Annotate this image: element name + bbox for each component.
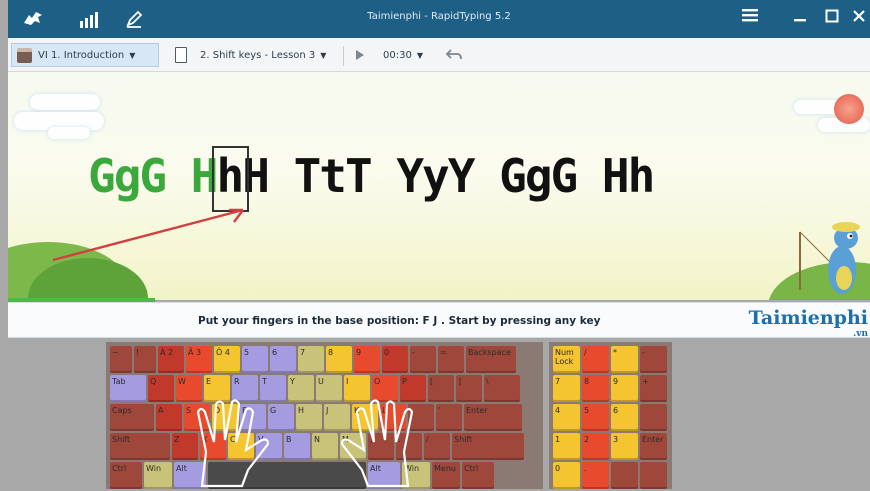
brand-logo: Taimienphi .vn [748,307,868,339]
toolbar: VI 1. Introduction ▼ 2. Shift keys - Les… [8,38,870,72]
menu-icon[interactable] [736,5,764,31]
key--[interactable]: ' [436,404,462,431]
numpad-key-9[interactable]: 9 [611,375,638,402]
timer-selector[interactable]: 00:30 ▼ [378,43,428,67]
numpad-key-blank[interactable] [640,404,667,431]
numpad-key-blank[interactable] [640,462,667,489]
key--4[interactable]: Ô 4 [214,346,240,373]
keyboard-area: ~! À 2Ã 3Ô 4 5 6 7 8 9 0- = Backspace Tab Q W E R T Y U I O… [8,338,870,491]
chevron-down-icon: ▼ [416,50,423,60]
key-q[interactable]: Q [148,375,174,402]
remaining-text: H TtT YyY GgG Hh [242,149,655,203]
numpad-key--[interactable]: - [640,346,667,373]
title-bar: Taimienphi - RapidTyping 5.2 [8,0,870,38]
key-y[interactable]: Y [288,375,314,402]
instruction-text: Put your fingers in the base position: F… [198,315,601,327]
key-enter[interactable]: Enter [464,404,522,431]
numpad-key-5[interactable]: 5 [582,404,609,431]
numpad-key-blank[interactable] [611,462,638,489]
document-icon [175,47,187,63]
toolbar-divider [343,46,344,66]
play-button[interactable] [350,43,370,67]
exercise-area: GgG Hh H TtT YyY GgG Hh [8,72,870,300]
key-backspace[interactable]: Backspace [466,346,516,373]
close-icon[interactable] [848,5,870,31]
key--[interactable]: ] [456,375,482,402]
cloud [30,94,100,110]
key--[interactable]: [ [428,375,454,402]
key-7[interactable]: 7 [298,346,324,373]
left-hand-icon [196,399,270,488]
key-0[interactable]: 0 [382,346,408,373]
key-win[interactable]: Win [144,462,172,489]
key-tab[interactable]: Tab [110,375,146,402]
key-menu[interactable]: Menu [432,462,460,489]
key--[interactable]: ! [134,346,156,373]
numpad-key-6[interactable]: 6 [611,404,638,431]
key--[interactable]: / [424,433,450,460]
typing-sequence: GgG Hh H TtT YyY GgG Hh [88,146,655,212]
key-ctrl[interactable]: Ctrl [462,462,494,489]
lesson-label: 2. Shift keys - Lesson 3 [200,49,316,61]
numpad-key-enter[interactable]: Enter [640,433,667,460]
numpad-key-3[interactable]: 3 [611,433,638,460]
key-shift[interactable]: Shift [452,433,524,460]
mascot-icon [799,222,860,294]
numpad-key-8[interactable]: 8 [582,375,609,402]
numpad-key-7[interactable]: 7 [553,375,580,402]
key-6[interactable]: 6 [270,346,296,373]
floppy-disk-icon [17,47,32,63]
sun-icon [834,94,864,124]
numpad-key--[interactable]: / [582,346,609,373]
numpad-key--[interactable]: . [582,462,609,489]
timer-label: 00:30 [383,49,412,61]
chevron-down-icon: ▼ [129,50,136,60]
lesson-selector[interactable]: 2. Shift keys - Lesson 3 ▼ [170,43,331,67]
right-hand-icon [340,399,414,488]
instruction-bar: Put your fingers in the base position: F… [8,302,870,339]
key--2[interactable]: À 2 [158,346,184,373]
key-h[interactable]: H [296,404,322,431]
maximize-icon[interactable] [818,5,846,31]
numpad-key-num-lock[interactable]: Num Lock [553,346,580,373]
numpad-key-0[interactable]: 0 [553,462,580,489]
minimize-icon[interactable] [786,5,814,31]
key--[interactable]: ~ [110,346,132,373]
virtual-keyboard: ~! À 2Ã 3Ô 4 5 6 7 8 9 0- = Backspace Tab Q W E R T Y U I O… [106,342,543,489]
numpad-key-1[interactable]: 1 [553,433,580,460]
key-shift[interactable]: Shift [110,433,170,460]
key--[interactable]: - [410,346,436,373]
undo-button[interactable] [440,43,468,67]
key-b[interactable]: B [284,433,310,460]
key--3[interactable]: Ã 3 [186,346,212,373]
chevron-down-icon: ▼ [320,50,327,60]
numpad-key-4[interactable]: 4 [553,404,580,431]
typed-text: GgG H [88,149,218,203]
key-8[interactable]: 8 [326,346,352,373]
current-character: h [212,146,250,212]
undo-icon [445,49,462,60]
course-selector[interactable]: VI 1. Introduction ▼ [11,43,159,67]
key-5[interactable]: 5 [242,346,268,373]
key--[interactable]: \ [484,375,520,402]
cloud [48,127,90,139]
play-icon [356,50,364,60]
key-9[interactable]: 9 [354,346,380,373]
key-caps[interactable]: Caps [110,404,154,431]
key--[interactable]: = [438,346,464,373]
numpad-key--[interactable]: + [640,375,667,402]
virtual-numpad: Num Lock / * - 7 8 9 +4 5 6 1 2 3 Enter 0. [549,342,672,489]
arrow-annotation [52,208,244,262]
numpad-key-2[interactable]: 2 [582,433,609,460]
numpad-key--[interactable]: * [611,346,638,373]
course-label: VI 1. Introduction [38,49,125,61]
key-a[interactable]: A [156,404,182,431]
key-ctrl[interactable]: Ctrl [110,462,142,489]
